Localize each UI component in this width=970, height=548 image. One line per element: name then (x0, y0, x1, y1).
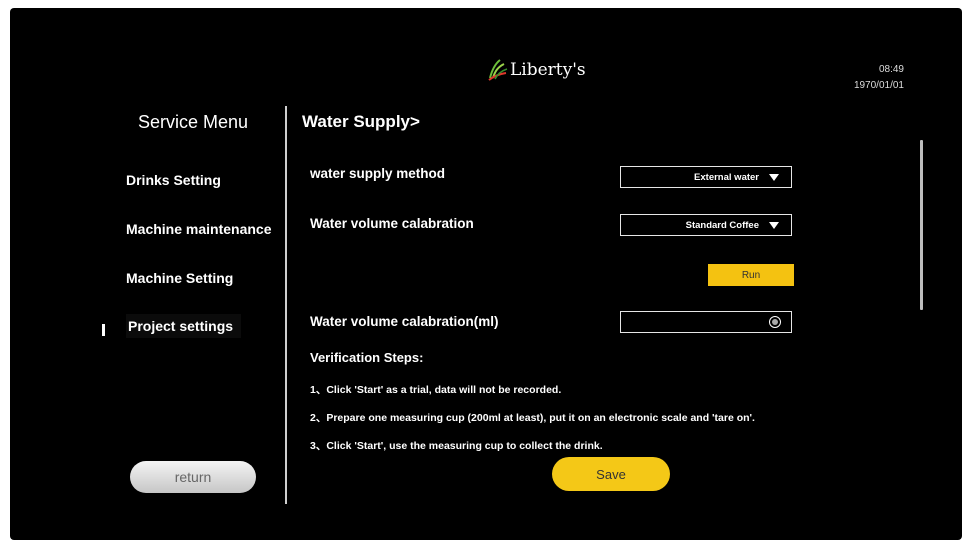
chevron-down-icon (769, 174, 779, 181)
verification-step: 1、Click 'Start' as a trial, data will no… (310, 384, 562, 396)
chevron-down-icon (769, 222, 779, 229)
brand-logo: Liberty's (486, 58, 586, 82)
save-button[interactable]: Save (552, 457, 670, 491)
active-indicator (102, 324, 105, 336)
verification-step: 3、Click 'Start', use the measuring cup t… (310, 440, 603, 452)
sidebar-item-machine-setting[interactable]: Machine Setting (126, 270, 233, 286)
verification-steps-title: Verification Steps: (310, 350, 424, 365)
water-volume-calibration-select[interactable]: Standard Coffee (620, 214, 792, 236)
page-title: Water Supply> (302, 112, 420, 131)
run-button[interactable]: Run (708, 264, 794, 286)
clock-date: 1970/01/01 (853, 80, 904, 91)
water-volume-ml-input[interactable] (620, 311, 792, 333)
return-button[interactable]: return (130, 461, 256, 493)
sidebar-divider (285, 106, 287, 504)
water-volume-calibration-label: Water volume calabration (310, 216, 474, 231)
device-screen: Liberty's 08:49 1970/01/01 Service Menu … (10, 8, 962, 540)
scrollbar[interactable] (920, 140, 923, 310)
water-volume-ml-label: Water volume calabration(ml) (310, 314, 499, 329)
leaf-logo-icon (488, 59, 508, 81)
water-supply-method-select[interactable]: External water (620, 166, 792, 188)
sidebar-title: Service Menu (138, 112, 249, 132)
clock: 08:49 1970/01/01 (854, 62, 904, 94)
water-supply-method-label: water supply method (310, 166, 446, 181)
verification-step: 2、Prepare one measuring cup (200ml at le… (310, 412, 755, 424)
brand-name: Liberty's (510, 60, 586, 80)
clock-time: 08:49 (878, 64, 904, 75)
sidebar-item-project-settings[interactable]: Project settings (126, 314, 242, 338)
sidebar-item-machine-maintenance[interactable]: Machine maintenance (126, 221, 272, 237)
sidebar-item-drinks-setting[interactable]: Drinks Setting (126, 172, 221, 188)
clear-input-icon[interactable] (769, 316, 781, 328)
water-supply-method-value: External water (694, 171, 759, 183)
water-volume-calibration-value: Standard Coffee (685, 219, 759, 231)
